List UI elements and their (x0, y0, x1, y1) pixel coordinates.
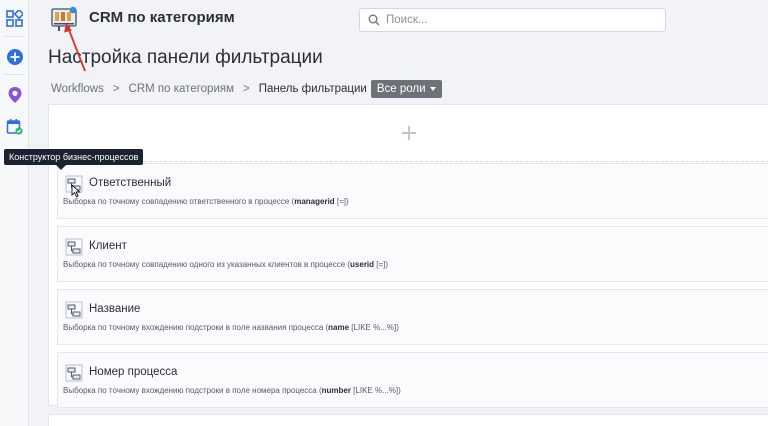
filter-card[interactable]: Ответственный Выборка по точному совпаде… (57, 163, 768, 219)
filter-name: Номер процесса (89, 366, 178, 378)
location-pin-icon[interactable] (4, 84, 25, 105)
filter-field: managerid (294, 197, 335, 206)
breadcrumb-current: Панель фильтрации (258, 82, 367, 95)
next-panel-edge (48, 414, 768, 426)
rail-divider (4, 36, 25, 37)
app-title: CRM по категориям (89, 9, 235, 26)
mouse-cursor-icon (71, 184, 81, 198)
rail-divider (4, 74, 25, 75)
filter-description: Выборка по точному совпадению ответствен… (63, 197, 349, 206)
apps-grid-icon[interactable] (4, 8, 25, 29)
process-diagram-icon (65, 301, 83, 319)
filter-card[interactable]: Номер процесса Выборка по точному вхожде… (57, 352, 768, 408)
process-diagram-icon (65, 364, 83, 382)
breadcrumb-item-crm[interactable]: CRM по категориям (129, 83, 234, 95)
breadcrumb-item-workflows[interactable]: Workflows (51, 83, 104, 95)
filter-name: Клиент (89, 240, 127, 252)
filter-description: Выборка по точному вхождению подстроки в… (63, 323, 399, 332)
top-header: CRM по категориям (29, 0, 768, 40)
search-icon (368, 14, 380, 26)
add-icon[interactable] (402, 126, 416, 140)
filter-description: Выборка по точному совпадению одного из … (63, 260, 389, 269)
filter-panel: Ответственный Выборка по точному совпаде… (48, 104, 768, 408)
process-diagram-icon (65, 238, 83, 256)
filter-name: Ответственный (89, 177, 172, 189)
filter-card[interactable]: Название Выборка по точному вхождению по… (57, 289, 768, 345)
workflow-board-icon (51, 6, 77, 32)
add-circle-icon[interactable] (4, 46, 25, 67)
filter-name: Название (89, 303, 141, 315)
roles-dropdown-label: Все роли (376, 82, 426, 95)
filter-card[interactable]: Клиент Выборка по точному совпадению одн… (57, 226, 768, 282)
page-title: Настройка панели фильтрации (48, 47, 323, 68)
add-filter-zone[interactable] (49, 105, 768, 162)
filter-field: number (321, 386, 351, 395)
calendar-check-icon[interactable] (4, 116, 25, 137)
breadcrumb-separator: > (112, 82, 120, 95)
left-rail (0, 0, 29, 426)
tooltip: Конструктор бизнес-процессов (4, 149, 144, 170)
search-input[interactable] (386, 14, 646, 26)
roles-dropdown[interactable]: Все роли (370, 79, 442, 98)
filter-field: name (328, 323, 350, 332)
chevron-down-icon (429, 86, 436, 91)
breadcrumb-separator: > (243, 82, 250, 95)
filter-description: Выборка по точному вхождению подстроки в… (63, 386, 401, 395)
breadcrumb: Workflows > CRM по категориям > Панель ф… (51, 79, 442, 98)
search-box[interactable] (359, 8, 666, 32)
filter-field: userid (350, 260, 375, 269)
